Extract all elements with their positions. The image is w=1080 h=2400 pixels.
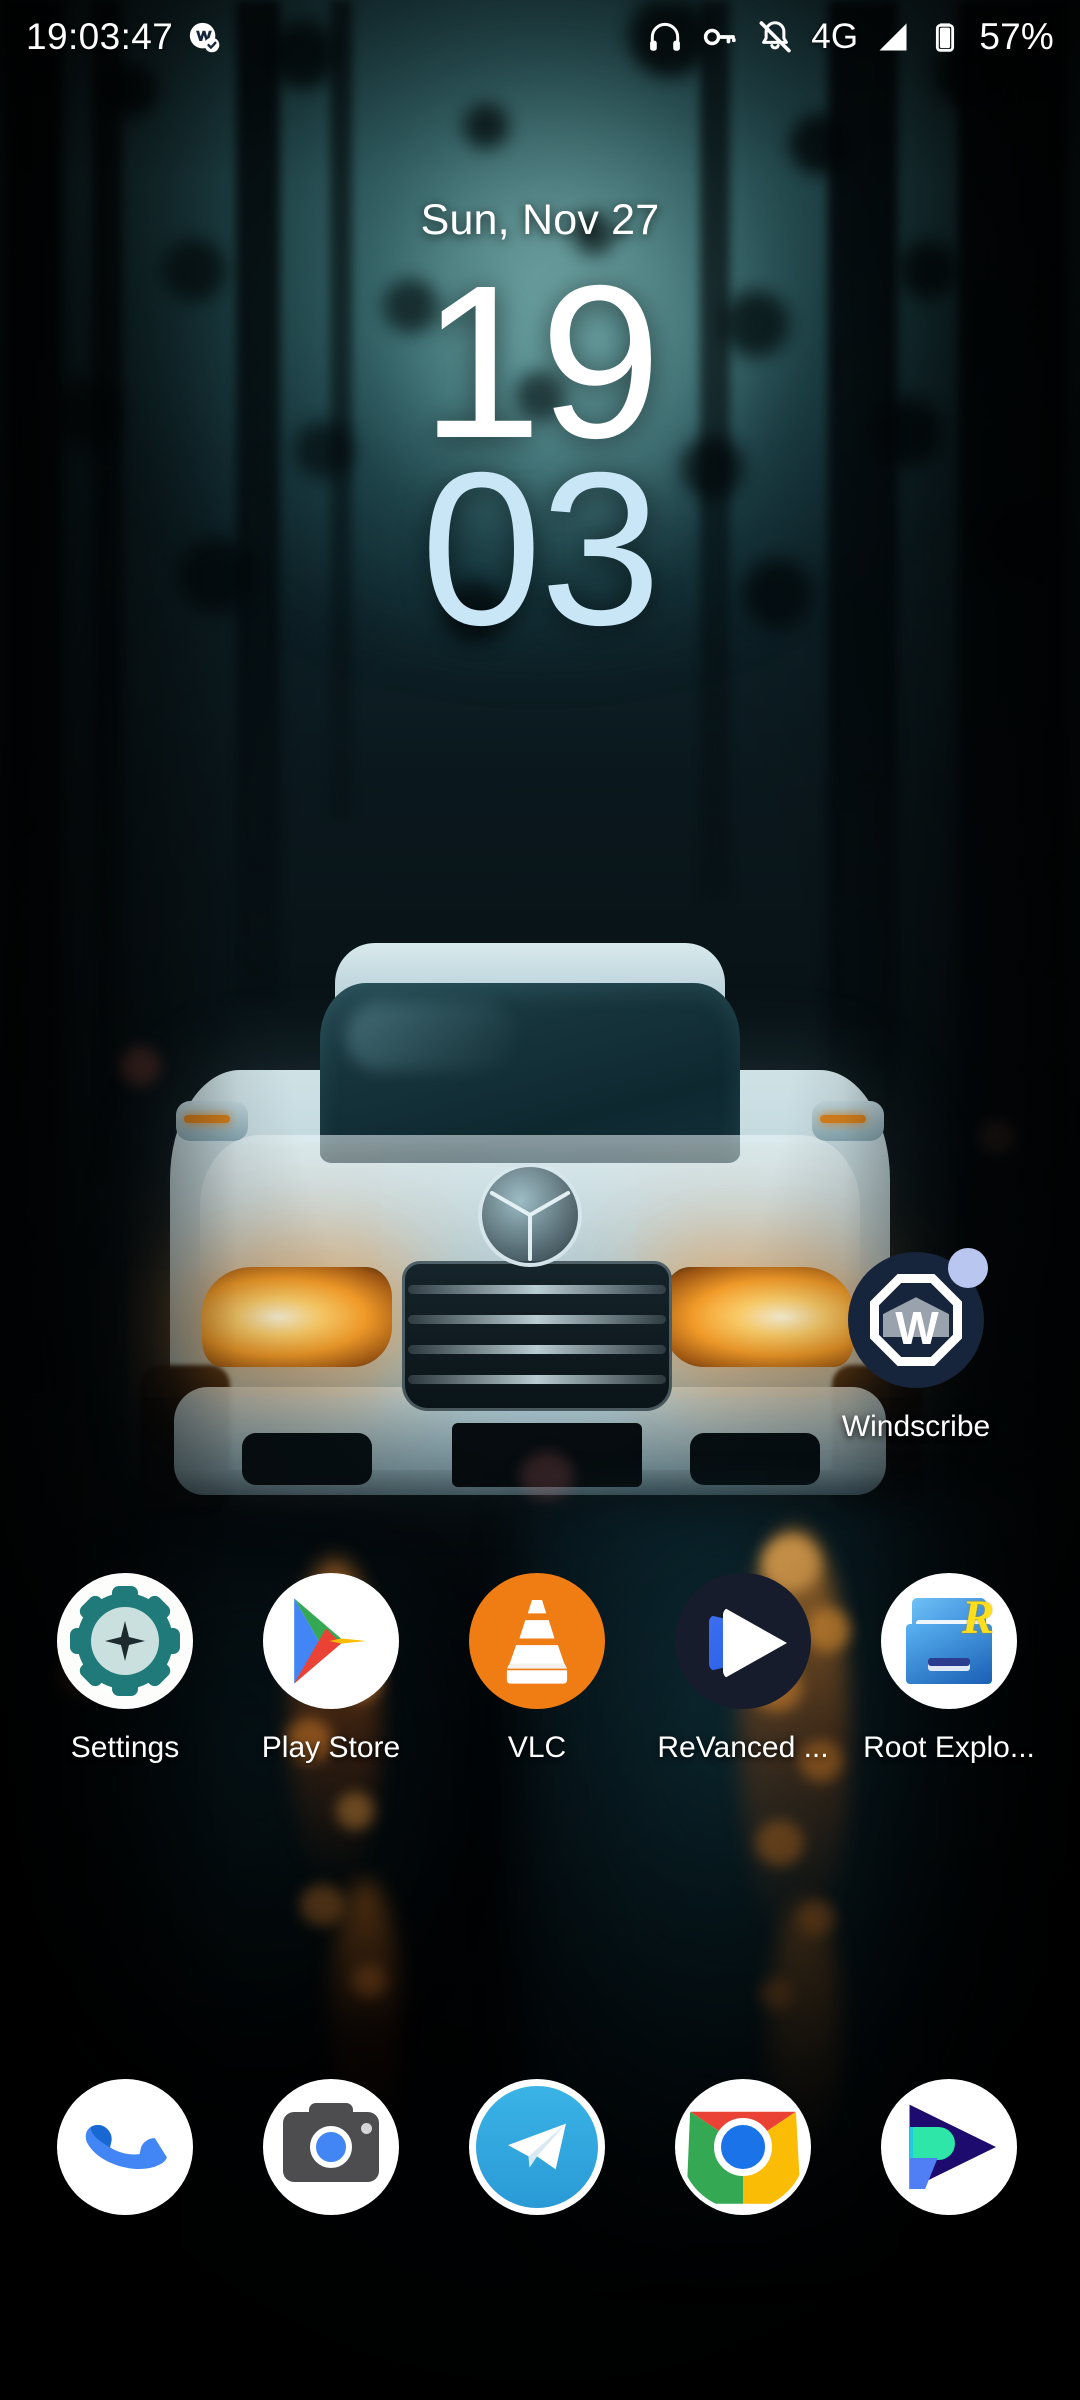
camera-flash-dot bbox=[361, 2123, 372, 2134]
network-type-label: 4G bbox=[811, 17, 859, 56]
app-label: ReVanced ... bbox=[657, 1731, 829, 1764]
vpn-key-icon bbox=[701, 18, 739, 56]
windscribe-vpn-badge-icon bbox=[187, 20, 221, 54]
headphones-icon bbox=[646, 18, 684, 56]
revanced-play-icon bbox=[675, 1573, 811, 1709]
clock-widget-date: Sun, Nov 27 bbox=[420, 196, 660, 244]
notifications-off-icon bbox=[756, 18, 794, 56]
android-home-screen: 19:03:47 4G 57% Sun, Nov 27 19 03 W Wind… bbox=[0, 0, 1080, 2400]
phone-icon bbox=[57, 2079, 193, 2215]
clock-widget-minutes: 03 bbox=[420, 428, 661, 672]
windscribe-w-letter: W bbox=[895, 1302, 938, 1355]
status-bar: 19:03:47 4G 57% bbox=[0, 0, 1080, 74]
media-player-icon bbox=[881, 2079, 1017, 2215]
app-label: VLC bbox=[507, 1731, 567, 1764]
settings-gear-icon bbox=[57, 1573, 193, 1709]
notification-dot bbox=[948, 1248, 988, 1288]
dock-icon-telegram[interactable] bbox=[429, 2079, 645, 2215]
dock-icon-phone[interactable] bbox=[17, 2079, 233, 2215]
root-explorer-icon: R bbox=[881, 1573, 1017, 1709]
root-explorer-r-letter: R bbox=[961, 1591, 994, 1644]
app-label: Windscribe bbox=[841, 1410, 991, 1443]
vlc-cone-icon bbox=[469, 1573, 605, 1709]
battery-percentage: 57% bbox=[979, 16, 1054, 57]
app-icon-play-store[interactable]: Play Store bbox=[223, 1573, 439, 1765]
camera-icon bbox=[263, 2079, 399, 2215]
status-bar-clock: 19:03:47 bbox=[26, 16, 174, 57]
app-icon-settings[interactable]: Settings bbox=[17, 1573, 233, 1765]
play-store-icon bbox=[263, 1573, 399, 1709]
camera-lens bbox=[310, 2126, 352, 2168]
telegram-icon bbox=[469, 2079, 605, 2215]
dock-icon-chrome[interactable] bbox=[635, 2079, 851, 2215]
app-icon-root-explorer[interactable]: R Root Explo... bbox=[841, 1573, 1057, 1765]
app-icon-revanced[interactable]: ReVanced ... bbox=[635, 1573, 851, 1765]
windscribe-icon: W bbox=[848, 1248, 988, 1388]
signal-bars-icon bbox=[875, 19, 911, 55]
app-label: Root Explo... bbox=[863, 1731, 1035, 1764]
dock-icon-camera[interactable] bbox=[223, 2079, 439, 2215]
app-icon-windscribe[interactable]: W Windscribe bbox=[808, 1248, 1024, 1444]
battery-icon bbox=[928, 20, 962, 54]
chrome-center-ring bbox=[714, 2118, 772, 2176]
play-store-triangle bbox=[294, 1598, 367, 1684]
clock-widget[interactable]: Sun, Nov 27 19 03 bbox=[0, 196, 1080, 672]
app-label: Settings bbox=[70, 1731, 180, 1764]
status-bar-right: 4G 57% bbox=[646, 16, 1054, 58]
app-label: Play Store bbox=[261, 1731, 401, 1764]
dock-icon-media-player[interactable] bbox=[841, 2079, 1057, 2215]
chrome-icon bbox=[675, 2079, 811, 2215]
status-bar-left: 19:03:47 bbox=[26, 16, 221, 58]
vlc-traffic-cone bbox=[506, 1600, 568, 1684]
telegram-paper-plane bbox=[508, 2123, 566, 2170]
app-icon-vlc[interactable]: VLC bbox=[429, 1573, 645, 1765]
